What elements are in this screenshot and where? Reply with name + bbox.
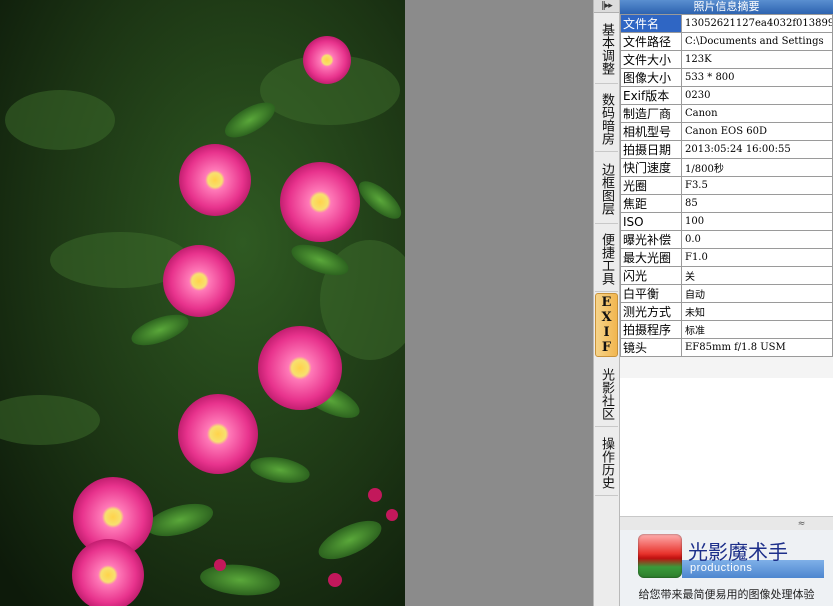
exif-row[interactable]: 图像大小 533 * 800 [620, 68, 833, 87]
brand-name: 光影魔术手 [688, 540, 788, 564]
exif-row[interactable]: 曝光补偿 0.0 [620, 230, 833, 249]
exif-row[interactable]: 光圈 F3.5 [620, 176, 833, 195]
rose-photo [0, 0, 405, 606]
exif-row[interactable]: 镜头 EF85mm f/1.8 USM [620, 338, 833, 357]
exif-key: 拍摄程序 [620, 320, 682, 339]
panel-empty-area [620, 378, 833, 516]
exif-value: 标准 [681, 320, 833, 339]
panel-title: 照片信息摘要 [620, 0, 833, 14]
brand-slogan: 给您带来最简便易用的图像处理体验 [638, 588, 815, 601]
exif-value: 123K [681, 50, 833, 69]
exif-row[interactable]: 拍摄程序 标准 [620, 320, 833, 339]
tab-history[interactable]: 操作历史 [595, 430, 618, 496]
exif-value: 0230 [681, 86, 833, 105]
tab-basic-adjust[interactable]: 基本调整 [595, 14, 618, 84]
tab-border-layers[interactable]: 边框图层 [595, 154, 618, 224]
exif-row[interactable]: 焦距 85 [620, 194, 833, 213]
exif-row[interactable]: 测光方式 未知 [620, 302, 833, 321]
exif-row[interactable]: 最大光圈 F1.0 [620, 248, 833, 267]
exif-value: Canon EOS 60D [681, 122, 833, 141]
exif-key: 焦距 [620, 194, 682, 213]
exif-value: F1.0 [681, 248, 833, 267]
exif-value: 85 [681, 194, 833, 213]
exif-row[interactable]: 闪光关 [620, 266, 833, 285]
tab-community[interactable]: 光影社区 [595, 361, 618, 427]
exif-row[interactable]: 文件路径 C:\Documents and Settings [620, 32, 833, 51]
exif-key: 文件名 [620, 14, 682, 33]
brand-logo-icon [638, 534, 682, 578]
exif-key: 图像大小 [620, 68, 682, 87]
exif-key: 制造厂商 [620, 104, 682, 123]
exif-key: 文件大小 [620, 50, 682, 69]
exif-table: 文件名 13052621127ea4032f0138992 文件路径 C:\Docum… [620, 14, 833, 357]
exif-row[interactable]: 白平衡 自动 [620, 284, 833, 303]
expand-up-icon[interactable]: ≈ [620, 516, 833, 530]
exif-value: 未知 [681, 302, 833, 321]
vertical-tab-strip: ‖▸▸ 基本调整 数码暗房 边框图层 便捷工具 EXIF 光影社区 操作历史 [593, 0, 620, 606]
exif-row[interactable]: ISO 100 [620, 212, 833, 231]
exif-key: 文件路径 [620, 32, 682, 51]
exif-row[interactable]: 制造厂商 Canon [620, 104, 833, 123]
exif-key: 最大光圈 [620, 248, 682, 267]
exif-row[interactable]: 快门速度 1/800秒 [620, 158, 833, 177]
tab-digital-darkroom[interactable]: 数码暗房 [595, 86, 618, 152]
brand-subtitle: productions [690, 562, 753, 574]
exif-key: 快门速度 [620, 158, 682, 177]
exif-value: C:\Documents and Settings [681, 32, 833, 51]
exif-key: 闪光 [620, 266, 682, 285]
exif-row[interactable]: 拍摄日期 2013:05:24 16:00:55 [620, 140, 833, 159]
exif-value: Canon [681, 104, 833, 123]
exif-key: 白平衡 [620, 284, 682, 303]
exif-value: 关 [681, 266, 833, 285]
tab-exif[interactable]: EXIF [595, 293, 618, 357]
exif-key: 拍摄日期 [620, 140, 682, 159]
exif-key: 相机型号 [620, 122, 682, 141]
exif-key: 镜头 [620, 338, 682, 357]
tab-quick-tools[interactable]: 便捷工具 [595, 226, 618, 292]
exif-key: 曝光补偿 [620, 230, 682, 249]
exif-value: EF85mm f/1.8 USM [681, 338, 833, 357]
workspace-background [405, 0, 593, 606]
exif-value: 2013:05:24 16:00:55 [681, 140, 833, 159]
exif-value: 533 * 800 [681, 68, 833, 87]
exif-key: ISO [620, 212, 682, 231]
brand-banner[interactable]: 光影魔术手 productions 给您带来最简便易用的图像处理体验 [620, 530, 833, 606]
photo-canvas[interactable] [0, 0, 405, 606]
exif-row[interactable]: 相机型号 Canon EOS 60D [620, 122, 833, 141]
exif-value: 100 [681, 212, 833, 231]
exif-key: Exif版本 [620, 86, 682, 105]
exif-row[interactable]: 文件名 13052621127ea4032f0138992 [620, 14, 833, 33]
exif-row[interactable]: Exif版本 0230 [620, 86, 833, 105]
exif-row[interactable]: 文件大小 123K [620, 50, 833, 69]
collapse-panel-button[interactable]: ‖▸▸ [594, 0, 619, 13]
exif-key: 测光方式 [620, 302, 682, 321]
exif-info-panel: 照片信息摘要 文件名 13052621127ea4032f0138992 文件路径 C… [620, 0, 833, 606]
exif-value: F3.5 [681, 176, 833, 195]
exif-value: 13052621127ea4032f0138992 [681, 14, 833, 33]
exif-value: 0.0 [681, 230, 833, 249]
exif-value: 1/800秒 [681, 158, 833, 177]
exif-key: 光圈 [620, 176, 682, 195]
exif-value: 自动 [681, 284, 833, 303]
